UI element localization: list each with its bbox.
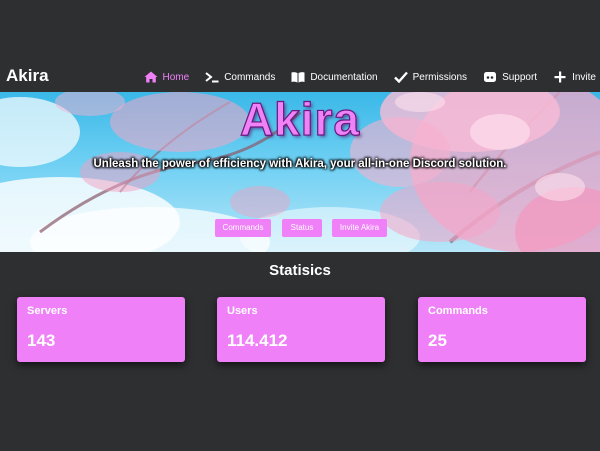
discord-icon	[483, 71, 497, 83]
stat-value: 25	[428, 331, 447, 350]
nav-item-label: Documentation	[310, 71, 378, 83]
stat-label: Users	[227, 305, 258, 317]
nav-item-label: Support	[502, 71, 538, 83]
hero-title: Akira	[239, 92, 361, 145]
stat-label: Commands	[428, 305, 488, 317]
terminal-icon	[205, 71, 219, 83]
brand-logo[interactable]: Akira	[6, 66, 49, 86]
nav-item-invite[interactable]: Invite	[553, 71, 596, 83]
nav-item-support[interactable]: Support	[483, 71, 537, 83]
nav-item-home[interactable]: Home	[144, 71, 190, 83]
stat-card-users: Users 114.412	[217, 297, 385, 362]
nav-item-label: Permissions	[412, 71, 468, 83]
commands-button[interactable]: Commands	[215, 219, 271, 237]
stat-card-servers: Servers 143	[17, 297, 185, 362]
home-icon	[144, 71, 158, 83]
hero-banner: Akira Unleash the power of efficiency wi…	[0, 92, 600, 252]
book-icon	[291, 71, 305, 83]
hero-buttons: Commands Status Invite Akira	[0, 219, 600, 237]
nav-item-documentation[interactable]: Documentation	[291, 71, 378, 83]
plus-icon	[553, 71, 567, 83]
nav-item-commands[interactable]: Commands	[205, 71, 275, 83]
stat-value: 114.412	[227, 331, 288, 350]
nav-item-label: Commands	[224, 71, 276, 83]
stat-label: Servers	[27, 305, 68, 317]
navbar: Akira Home Commands Documentation Permis…	[0, 62, 600, 92]
statistics-title: Statisics	[269, 262, 331, 279]
stat-card-commands: Commands 25	[418, 297, 586, 362]
check-icon	[393, 71, 408, 83]
nav-links: Home Commands Documentation Permissions …	[144, 68, 596, 86]
status-button[interactable]: Status	[282, 219, 322, 237]
nav-item-label: Invite	[572, 71, 596, 83]
invite-akira-button[interactable]: Invite Akira	[332, 219, 387, 237]
stat-value: 143	[27, 331, 56, 350]
nav-item-label: Home	[162, 71, 190, 83]
hero-subtitle: Unleash the power of efficiency with Aki…	[93, 158, 507, 170]
nav-item-permissions[interactable]: Permissions	[393, 71, 468, 83]
